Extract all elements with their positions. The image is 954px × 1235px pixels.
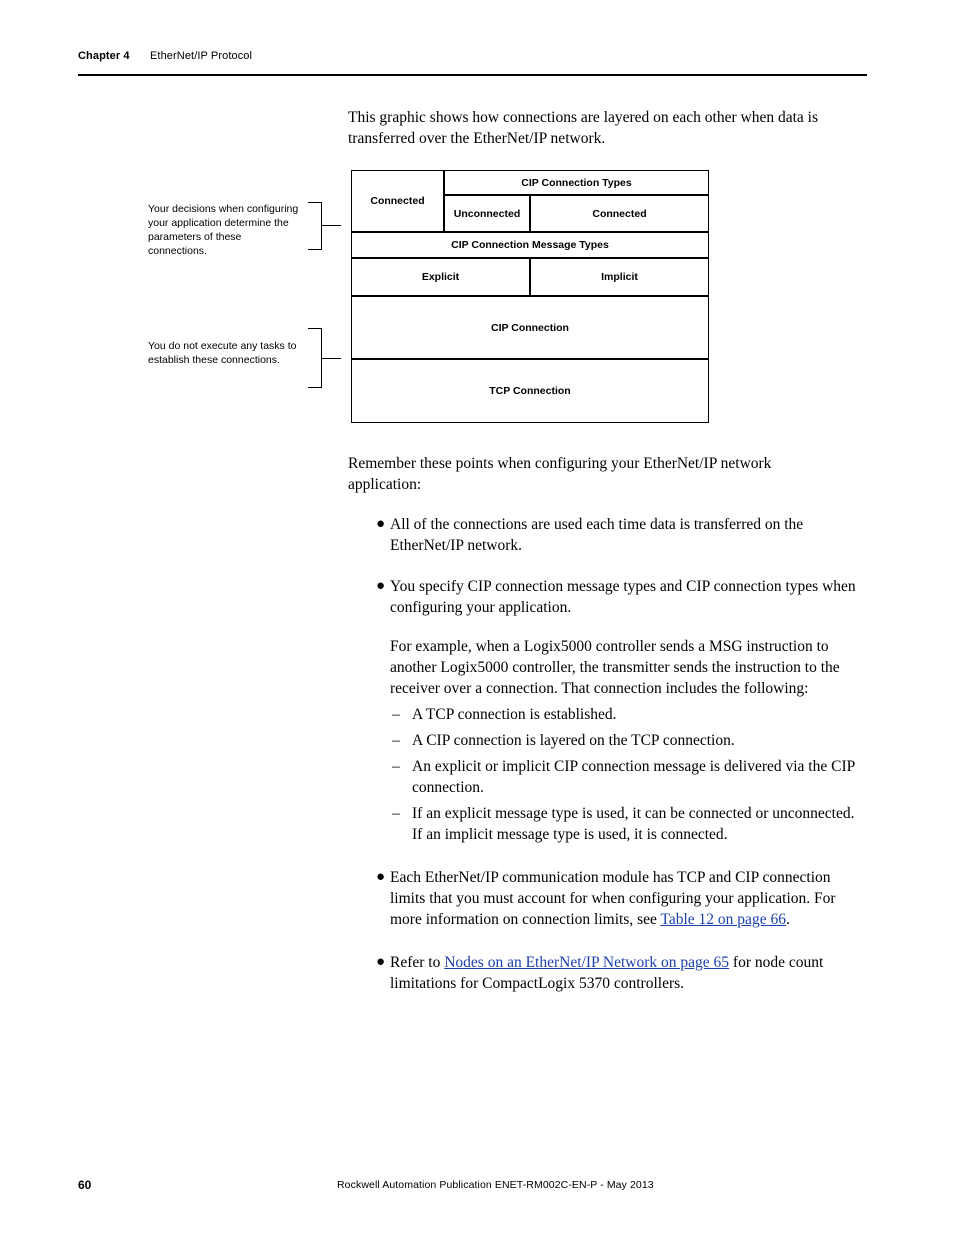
- dash-list-item: – If an explicit message type is used, i…: [390, 803, 868, 845]
- list-item-text: Refer to: [390, 954, 445, 971]
- list-item: ● Each EtherNet/IP communication module …: [348, 867, 868, 930]
- link-nodes-on-ethernet-ip-network-page-65[interactable]: Nodes on an EtherNet/IP Network on page …: [444, 954, 729, 971]
- diagram-bracket-top-stem: [322, 225, 341, 226]
- sub-dash-list: – A TCP connection is established. – A C…: [390, 704, 868, 845]
- diagram-bracket-bottom-stem: [322, 358, 341, 359]
- dash-list-item-text: If an explicit message type is used, it …: [412, 805, 855, 843]
- diagram-connected-right: Connected: [530, 195, 709, 232]
- points-bullet-list: ● All of the connections are used each t…: [348, 514, 868, 1014]
- list-item: ● You specify CIP connection message typ…: [348, 576, 868, 845]
- diagram-callout-top: Your decisions when configuring your app…: [148, 203, 299, 257]
- bullet-icon: ●: [376, 516, 386, 532]
- dash-list-item: – An explicit or implicit CIP connection…: [390, 756, 868, 798]
- bullet-icon: ●: [376, 954, 386, 970]
- list-item-text: All of the connections are used each tim…: [390, 516, 804, 554]
- footer-page-number: 60: [78, 1178, 92, 1192]
- bullet-icon: ●: [376, 869, 386, 885]
- list-item: ● All of the connections are used each t…: [348, 514, 868, 556]
- connection-layers-diagram: CIP Connection Types Connected Unconnect…: [351, 170, 709, 423]
- dash-list-item: – A CIP connection is layered on the TCP…: [390, 730, 868, 751]
- diagram-cip-connection: CIP Connection: [351, 296, 709, 359]
- list-item-sub-paragraph: For example, when a Logix5000 controller…: [390, 638, 840, 697]
- diagram-bracket-top: [308, 202, 322, 250]
- dash-list-item-text: A TCP connection is established.: [412, 706, 617, 723]
- intro-paragraph: This graphic shows how connections are l…: [348, 109, 819, 147]
- dash-icon: –: [392, 706, 400, 723]
- list-item-text-after: .: [785, 911, 790, 928]
- bullet-icon: ●: [376, 578, 386, 594]
- header-rule: [78, 74, 867, 76]
- diagram-connected-left: Connected: [351, 170, 444, 232]
- dash-icon: –: [392, 758, 400, 775]
- header-chapter-label: Chapter 4: [78, 50, 130, 62]
- dash-list-item-text: A CIP connection is layered on the TCP c…: [412, 732, 735, 749]
- list-item: ● Refer to Nodes on an EtherNet/IP Netwo…: [348, 952, 868, 994]
- header-chapter-title: EtherNet/IP Protocol: [150, 50, 253, 62]
- diagram-tcp-connection: TCP Connection: [351, 359, 709, 423]
- link-table-12-page-66[interactable]: Table 12 on page 66: [660, 911, 785, 928]
- diagram-bracket-bottom: [308, 328, 322, 388]
- diagram-callout-bottom: You do not execute any tasks to establis…: [148, 340, 297, 366]
- diagram-cip-connection-types-header: CIP Connection Types: [444, 170, 709, 195]
- dash-list-item: – A TCP connection is established.: [390, 704, 868, 725]
- diagram-implicit: Implicit: [530, 258, 709, 296]
- dash-list-item-text: An explicit or implicit CIP connection m…: [412, 758, 855, 796]
- diagram-explicit: Explicit: [351, 258, 530, 296]
- dash-icon: –: [392, 805, 400, 822]
- diagram-cip-connection-message-types-header: CIP Connection Message Types: [351, 232, 709, 258]
- list-item-text: You specify CIP connection message types…: [390, 578, 856, 616]
- footer-publication-text: Rockwell Automation Publication ENET-RM0…: [337, 1179, 654, 1191]
- remember-intro-paragraph: Remember these points when configuring y…: [348, 455, 772, 493]
- page-header: Chapter 4 EtherNet/IP Protocol: [78, 50, 867, 80]
- diagram-unconnected: Unconnected: [444, 195, 530, 232]
- dash-icon: –: [392, 732, 400, 749]
